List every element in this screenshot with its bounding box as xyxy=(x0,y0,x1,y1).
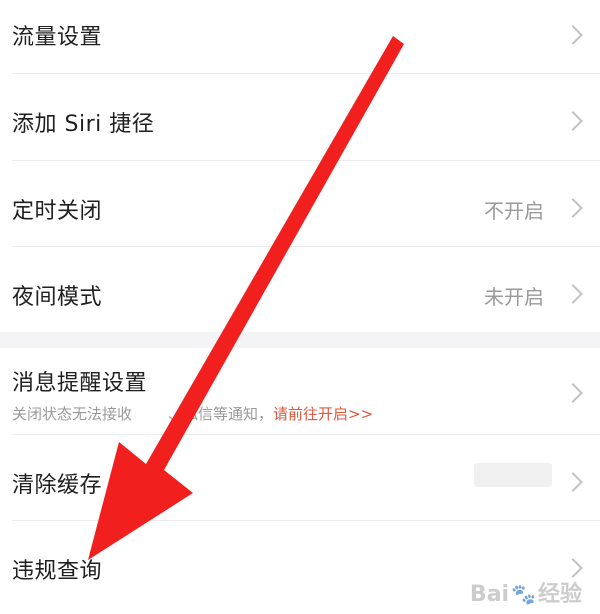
settings-row-clear-cache[interactable]: 清除缓存 xyxy=(0,435,600,521)
row-value: 不开启 xyxy=(484,199,544,223)
notification-hint-text: 关闭状态无法接收 xyxy=(12,405,133,423)
section-separator xyxy=(0,332,600,348)
row-label: 消息提醒设置 xyxy=(12,371,148,396)
settings-row-message-reminder[interactable]: 消息提醒设置 关闭状态无法接收 、私信等通知，请前往开启>> xyxy=(0,348,600,435)
row-value: 未开启 xyxy=(484,285,544,309)
chevron-right-icon xyxy=(563,383,583,403)
chevron-right-icon xyxy=(563,558,583,578)
row-label: 添加 Siri 捷径 xyxy=(12,112,155,137)
settings-row-night-mode[interactable]: 夜间模式 未开启 xyxy=(0,247,600,332)
chevron-right-icon xyxy=(563,111,583,131)
row-label: 定时关闭 xyxy=(12,199,103,224)
enable-notifications-link[interactable]: 请前往开启>> xyxy=(273,405,373,423)
notification-hint: 关闭状态无法接收 、私信等通知，请前往开启>> xyxy=(12,403,373,424)
row-label: 清除缓存 xyxy=(12,473,103,498)
chevron-right-icon xyxy=(563,25,583,45)
chevron-right-icon xyxy=(563,198,583,218)
settings-row-siri-shortcut[interactable]: 添加 Siri 捷径 xyxy=(0,74,600,161)
row-label: 违规查询 xyxy=(12,559,103,584)
settings-group-general: 流量设置 添加 Siri 捷径 定时关闭 不开启 夜间模式 未开启 xyxy=(0,0,600,332)
settings-group-other: 消息提醒设置 关闭状态无法接收 、私信等通知，请前往开启>> 清除缓存 违规查询 xyxy=(0,348,600,614)
settings-row-traffic[interactable]: 流量设置 xyxy=(0,0,600,74)
cache-size-placeholder xyxy=(474,463,552,487)
chevron-right-icon xyxy=(563,472,583,492)
paw-icon: 🐾 xyxy=(511,582,536,606)
row-label: 夜间模式 xyxy=(12,285,103,310)
chevron-right-icon xyxy=(563,284,583,304)
baidu-watermark: Bai 🐾经验 xyxy=(469,582,582,607)
settings-row-timer-off[interactable]: 定时关闭 不开启 xyxy=(0,161,600,247)
row-label: 流量设置 xyxy=(12,25,103,50)
settings-page: 流量设置 添加 Siri 捷径 定时关闭 不开启 夜间模式 未开启 消息提醒设置… xyxy=(0,0,600,614)
notification-hint-mid: 、私信等通知， xyxy=(168,405,274,423)
